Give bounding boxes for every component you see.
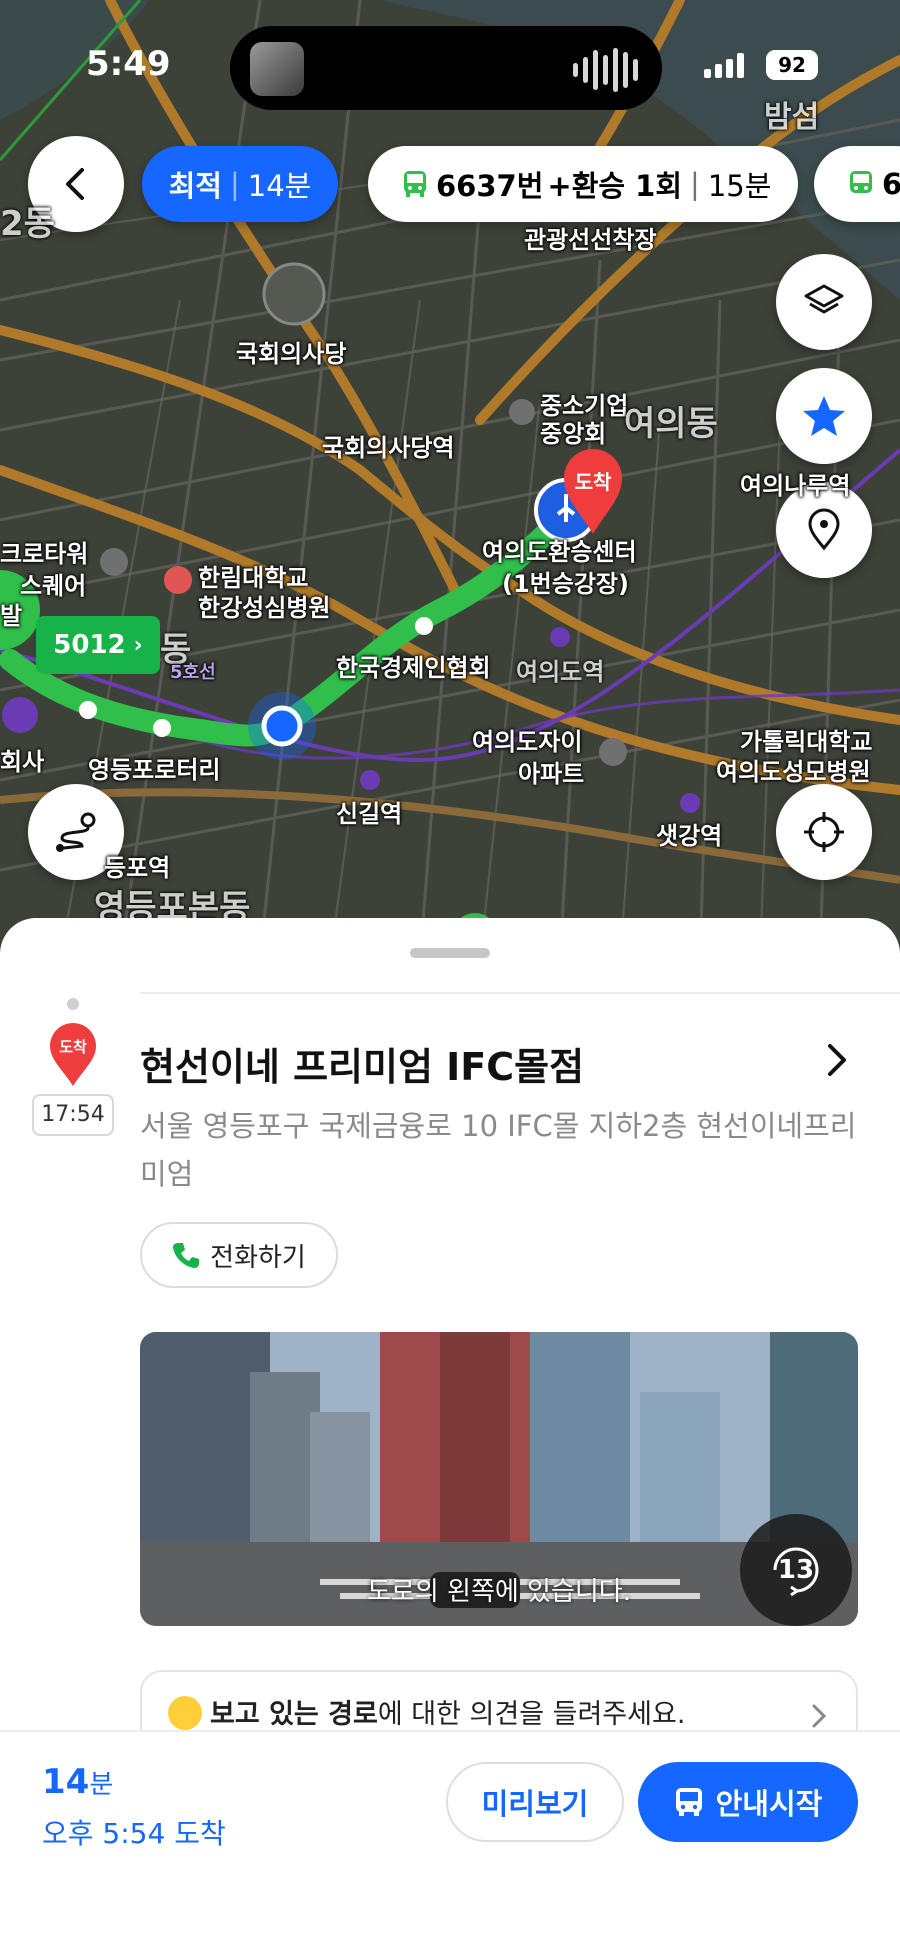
rotate-label: 13 — [777, 1555, 815, 1585]
layers-button[interactable] — [776, 254, 872, 350]
bus-icon — [404, 171, 426, 197]
street-view-rotate-button[interactable]: 13 — [740, 1514, 852, 1626]
route-option-duration: 14분 — [247, 169, 312, 203]
map-label: 여의도역 — [516, 658, 605, 686]
preview-button[interactable]: 미리보기 — [446, 1762, 624, 1842]
subway-line-label: 5호선 — [170, 662, 216, 683]
trip-duration-unit: 분 — [89, 1770, 114, 1800]
map-label: 관광선선착장 — [524, 226, 657, 254]
route-feedback-card[interactable]: 보고 있는 경로에 대한 의견을 들려주세요. — [140, 1670, 858, 1730]
arrive-time: 17:54 — [32, 1094, 114, 1136]
route-option-optimal[interactable]: 최적 | 14분 — [142, 146, 338, 222]
favorite-button[interactable] — [776, 368, 872, 464]
battery-level: 92 — [766, 50, 818, 80]
map-label: (1번승강장) — [502, 570, 629, 598]
route-path-icon — [56, 812, 96, 852]
map-label: 여의동 — [624, 404, 718, 444]
crosshair-icon — [804, 812, 844, 852]
map-label: 국회의사당 — [236, 340, 347, 368]
status-time: 5:49 — [86, 44, 171, 84]
trip-eta: 오후 5:54 도착 — [42, 1817, 226, 1850]
map-label: 2동 — [0, 204, 55, 244]
bus-route-tag[interactable]: 5012 › — [36, 616, 160, 674]
route-option-duration: 15분 — [707, 169, 772, 203]
dynamic-island — [230, 26, 662, 110]
map-label: 한국경제인협회 — [336, 654, 491, 682]
map-label: 여의도환승센터 — [482, 538, 637, 566]
map-view[interactable]: 5:49 92 최적 | 14분 6637번 +환승 1회 | 15분 6 관광… — [0, 0, 900, 960]
start-guidance-label: 안내시작 — [715, 1787, 823, 1821]
trip-duration-number: 14 — [42, 1762, 90, 1802]
depart-tag: 발 — [0, 602, 23, 630]
route-option-transfer: +환승 1회 — [547, 169, 683, 203]
bus-icon — [675, 1788, 702, 1816]
map-label: 등포역 — [104, 854, 171, 882]
chevron-right-icon[interactable] — [822, 1042, 852, 1078]
map-label: 신길역 — [336, 800, 403, 828]
trip-duration: 14분 — [42, 1762, 113, 1802]
audio-waveform-icon — [573, 48, 638, 92]
route-option-label: 6637번 — [436, 169, 544, 203]
map-label: 여의나루역 — [740, 472, 851, 500]
destination-pin-label: 도착 — [59, 1038, 87, 1056]
phone-icon — [173, 1243, 200, 1268]
route-option-more[interactable]: 6 — [814, 146, 900, 222]
call-button[interactable]: 전화하기 — [140, 1222, 338, 1288]
map-label: 여의도성모병원 — [716, 758, 871, 786]
feedback-text: 에 대한 의견을 들려주세요. — [377, 1699, 686, 1730]
map-label: 한강성심병원 — [198, 594, 331, 622]
map-label: 크로타워 — [0, 540, 89, 568]
destination-pin: 도착 — [48, 1022, 98, 1092]
start-guidance-button[interactable]: 안내시작 — [638, 1762, 858, 1842]
call-button-label: 전화하기 — [210, 1242, 306, 1273]
arrive-marker[interactable]: 도착 — [560, 446, 626, 536]
place-address: 서울 영등포구 국제금융로 10 IFC몰 지하2층 현선이네프리미엄 — [140, 1109, 857, 1191]
timeline-dot — [67, 998, 79, 1010]
divider — [140, 992, 900, 994]
map-label: 아파트 — [518, 760, 585, 788]
smile-icon — [168, 1695, 202, 1730]
sheet-handle[interactable] — [410, 948, 490, 958]
signal-icon — [704, 52, 744, 78]
arrive-marker-label: 도착 — [574, 470, 612, 494]
chevron-right-icon: › — [133, 632, 143, 658]
route-option-label: 최적 — [168, 169, 222, 203]
route-detail-sheet[interactable]: 도착 17:54 현선이네 프리미엄 IFC몰점 서울 영등포구 국제금융로 1… — [0, 918, 900, 1730]
chevron-right-icon — [812, 1704, 827, 1728]
location-pin-icon — [808, 508, 840, 551]
bus-icon — [850, 171, 872, 193]
bottom-action-bar: 14분 오후 5:54 도착 미리보기 안내시작 — [0, 1730, 900, 1951]
layers-icon — [804, 284, 844, 314]
map-label: 중앙회 — [540, 420, 607, 448]
preview-button-label: 미리보기 — [481, 1787, 589, 1821]
map-label: 샛강역 — [656, 822, 723, 850]
place-name[interactable]: 현선이네 프리미엄 IFC몰점 — [140, 1036, 584, 1091]
star-icon — [803, 396, 845, 436]
chevron-left-icon — [66, 168, 84, 200]
route-option-bus-6637[interactable]: 6637번 +환승 1회 | 15분 — [368, 146, 798, 222]
map-label: 국회의사당역 — [322, 434, 455, 462]
map-label: 여의도자이 — [472, 728, 583, 756]
my-location-button[interactable] — [776, 784, 872, 880]
map-label: 밤섬 — [764, 100, 820, 135]
map-label: 영등포로터리 — [88, 756, 221, 784]
map-label: 스퀘어 — [20, 572, 87, 600]
now-playing-thumbnail — [250, 42, 304, 96]
map-label: 회사 — [0, 748, 45, 776]
feedback-bold: 보고 있는 경로 — [210, 1699, 378, 1730]
route-option-label: 6 — [882, 167, 900, 201]
